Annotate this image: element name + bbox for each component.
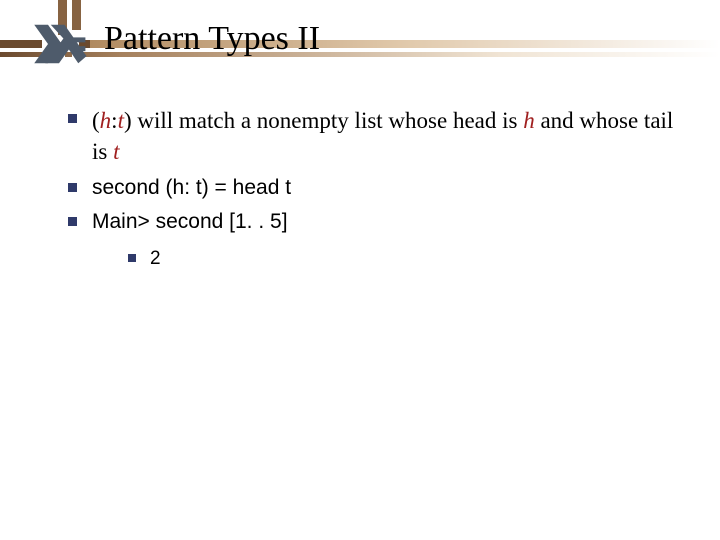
result-value: 2 — [150, 248, 161, 269]
code-line: Main> second [1. . 5] — [92, 210, 288, 233]
bullet-item-1: (h:t) will match a nonempty list whose h… — [62, 105, 682, 168]
haskell-logo-icon — [30, 22, 88, 66]
var-h: h — [523, 108, 535, 133]
code-line: second (h: t) = head t — [92, 176, 291, 199]
var-t: t — [113, 139, 119, 164]
bullet-item-2: second (h: t) = head t — [62, 174, 682, 202]
slide: Pattern Types II (h:t) will match a none… — [0, 0, 720, 540]
sub-bullet-list: 2 — [124, 246, 682, 272]
var-h: h — [100, 108, 112, 133]
bullet-item-3: Main> second [1. . 5] 2 — [62, 208, 682, 272]
slide-body: (h:t) will match a nonempty list whose h… — [62, 105, 682, 278]
text: ) — [124, 108, 132, 133]
text: will match a nonempty list whose head is — [132, 108, 524, 133]
slide-title: Pattern Types II — [104, 20, 320, 58]
bullet-list: (h:t) will match a nonempty list whose h… — [62, 105, 682, 272]
text: ( — [92, 108, 100, 133]
sub-bullet-item: 2 — [124, 246, 682, 272]
